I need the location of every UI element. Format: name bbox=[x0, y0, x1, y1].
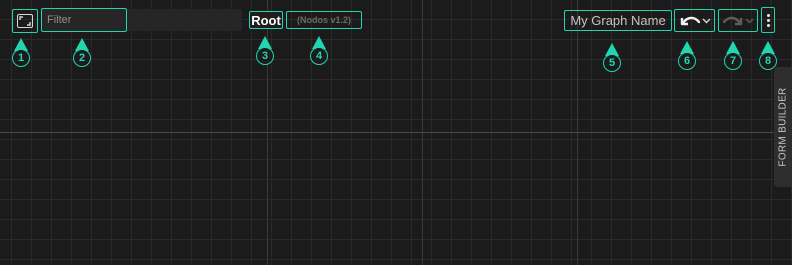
callout-4: 4 bbox=[310, 36, 328, 66]
expand-icon bbox=[17, 14, 33, 28]
callout-6: 6 bbox=[678, 41, 696, 71]
callout-7: 7 bbox=[724, 41, 742, 71]
fit-view-button[interactable] bbox=[12, 9, 38, 33]
more-vertical-icon bbox=[766, 13, 770, 17]
callout-number: 4 bbox=[310, 47, 328, 65]
filter-input[interactable]: Filter bbox=[41, 8, 127, 32]
callout-number: 8 bbox=[759, 52, 777, 70]
form-builder-tab-label: FORM BUILDER bbox=[777, 87, 789, 167]
more-vertical-icon bbox=[766, 18, 770, 22]
callout-number: 1 bbox=[12, 49, 30, 67]
grid-major-line bbox=[577, 0, 578, 265]
graph-name-field[interactable]: My Graph Name bbox=[564, 10, 672, 31]
version-label: (Nodos v1.2) bbox=[286, 11, 362, 29]
callout-5: 5 bbox=[603, 43, 621, 73]
more-vertical-icon bbox=[766, 23, 770, 27]
undo-icon bbox=[680, 16, 700, 25]
callout-8: 8 bbox=[759, 41, 777, 71]
chevron-down-icon[interactable] bbox=[702, 18, 711, 24]
callout-2: 2 bbox=[73, 38, 91, 68]
callout-number: 5 bbox=[603, 54, 621, 72]
redo-button[interactable] bbox=[718, 9, 758, 32]
callout-3: 3 bbox=[256, 36, 274, 66]
callout-number: 6 bbox=[678, 52, 696, 70]
redo-icon bbox=[722, 16, 743, 25]
filter-extension bbox=[126, 9, 242, 31]
undo-button[interactable] bbox=[674, 9, 715, 32]
callout-1: 1 bbox=[12, 38, 30, 68]
breadcrumb-root[interactable]: Root bbox=[249, 11, 283, 29]
callout-number: 2 bbox=[73, 49, 91, 67]
callout-number: 3 bbox=[256, 47, 274, 65]
more-menu-button[interactable] bbox=[761, 7, 775, 33]
callout-number: 7 bbox=[724, 52, 742, 70]
grid-major-line bbox=[422, 0, 423, 265]
grid-axis-horizontal bbox=[0, 132, 792, 133]
chevron-down-icon[interactable] bbox=[745, 18, 754, 24]
form-builder-tab-label-wrap: FORM BUILDER bbox=[774, 67, 792, 187]
